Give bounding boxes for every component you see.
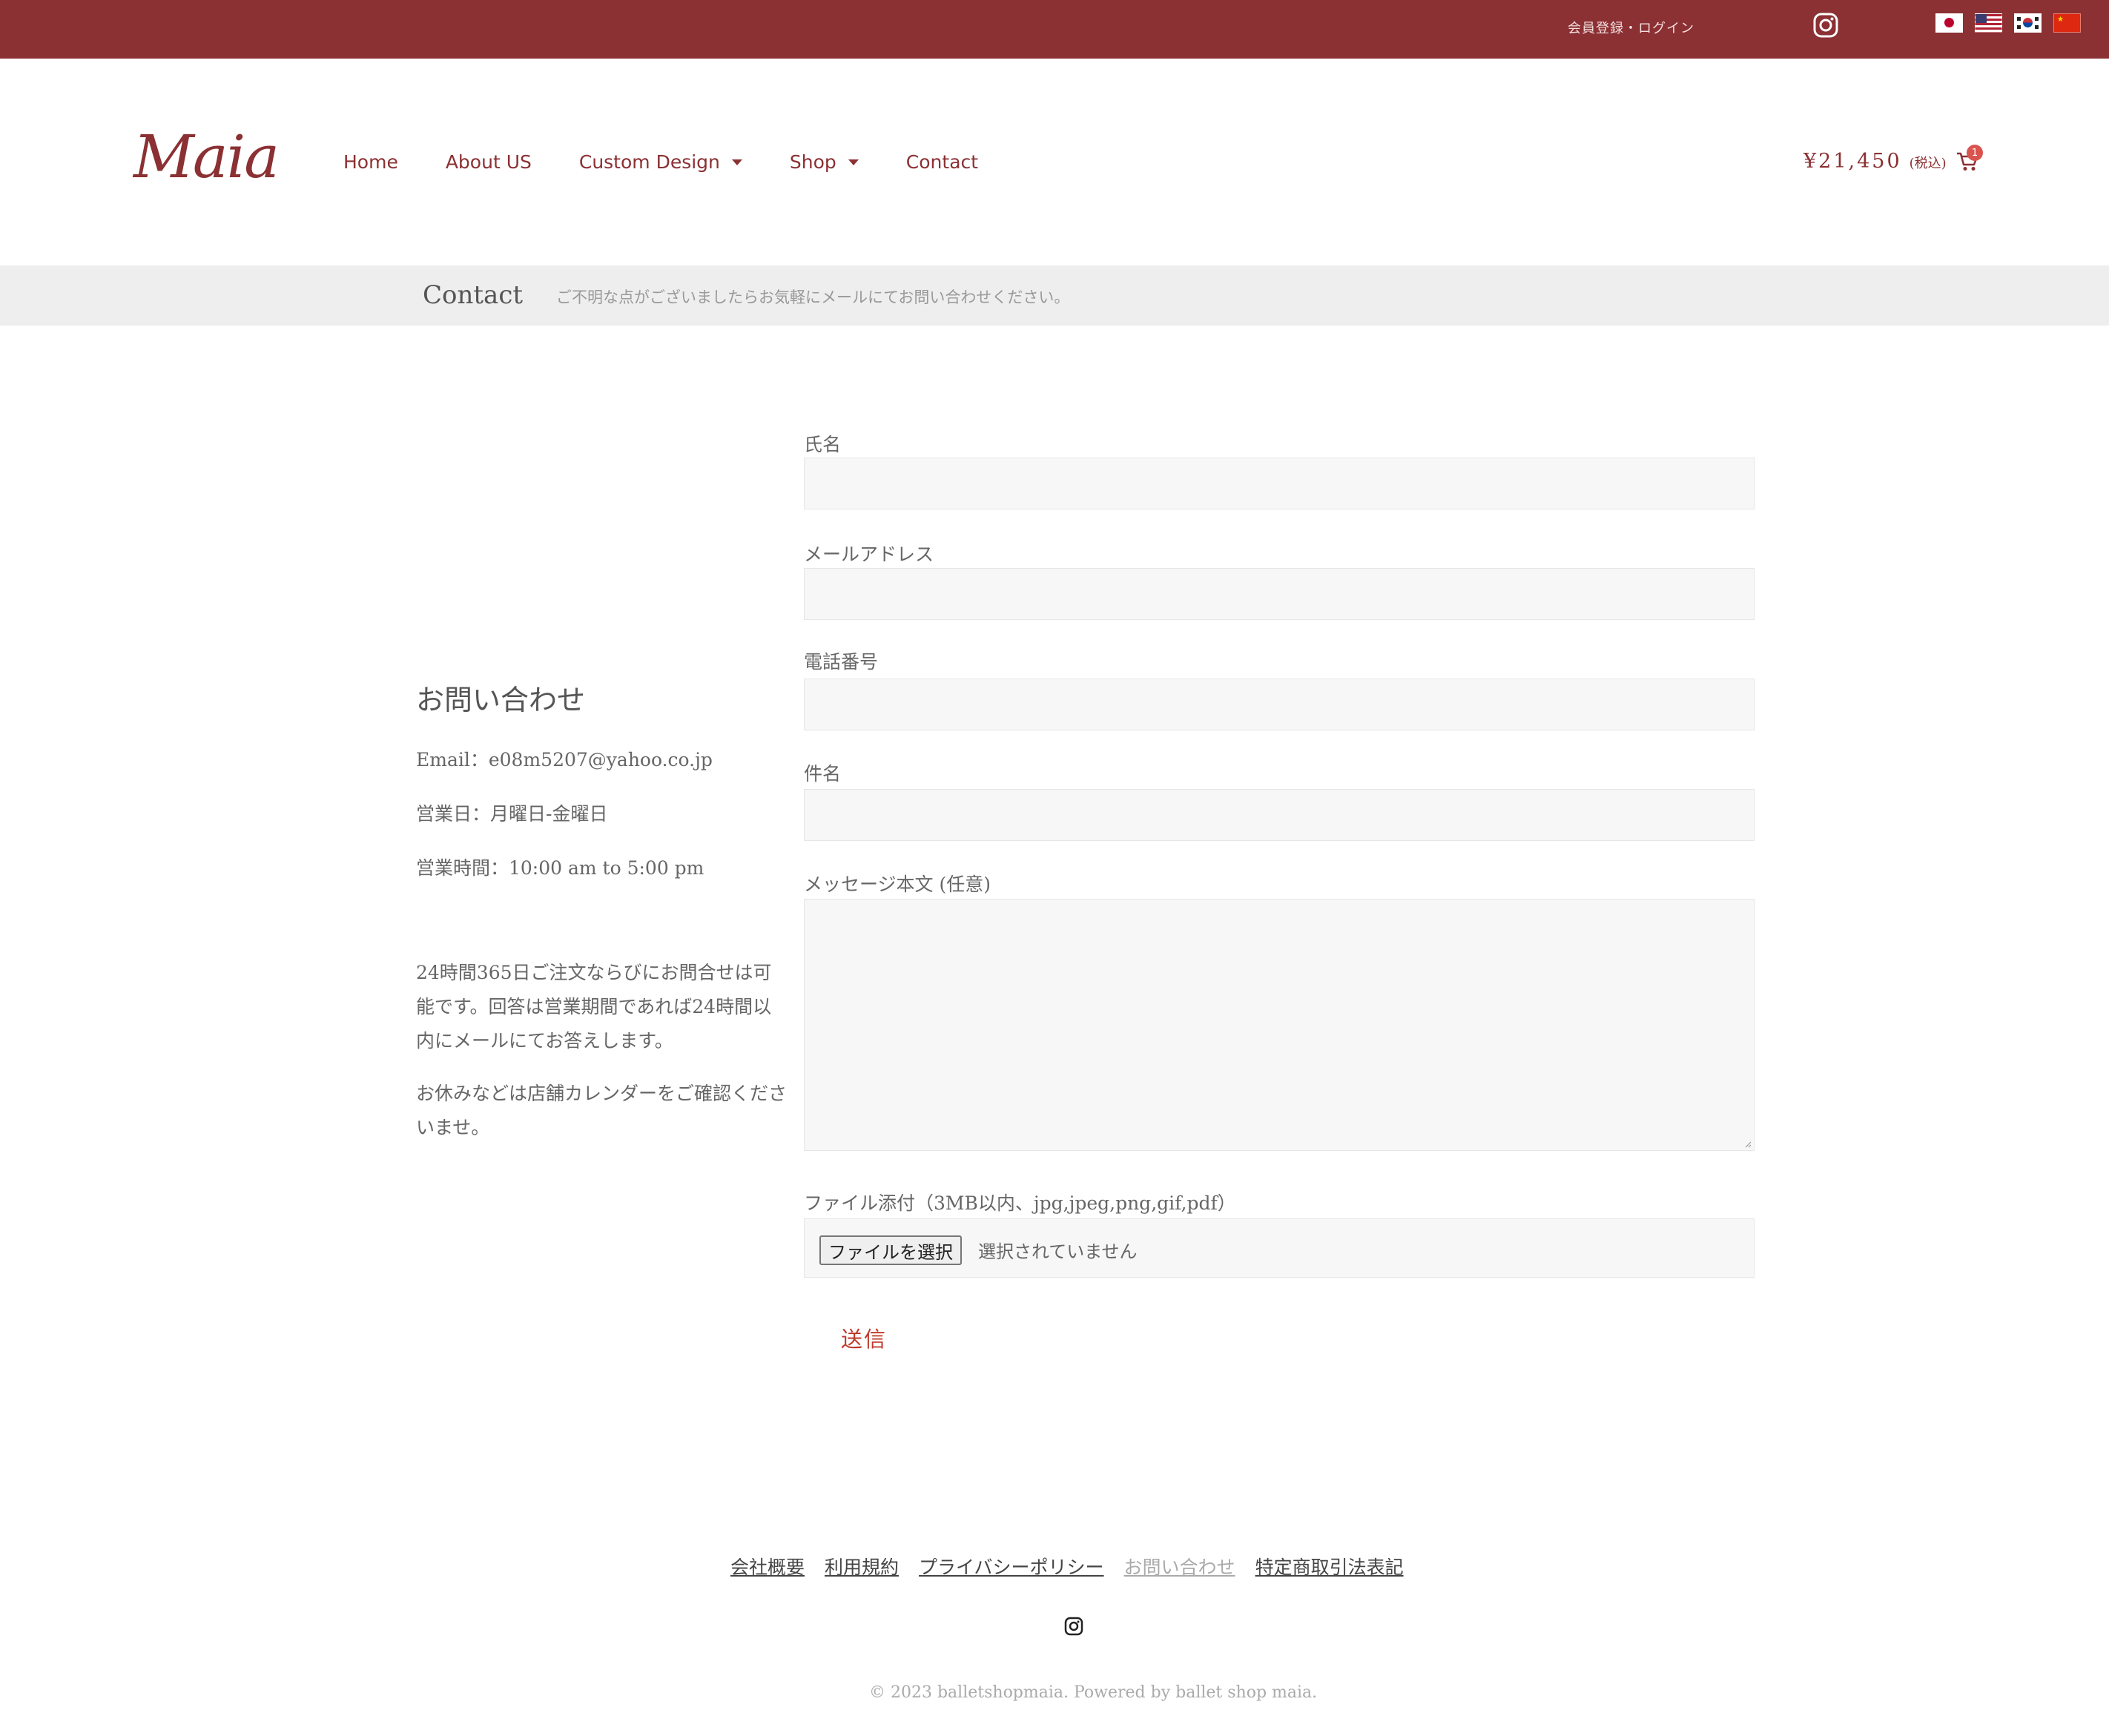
instagram-icon[interactable] xyxy=(1063,1616,1084,1637)
site-logo[interactable]: Maia xyxy=(133,122,280,191)
footer-link-legal[interactable]: 特定商取引法表記 xyxy=(1255,1553,1404,1580)
top-bar: 会員登録・ログイン ★ xyxy=(0,0,2109,59)
language-switcher: ★ xyxy=(1935,13,2081,33)
submit-button[interactable]: 送信 xyxy=(841,1322,887,1353)
contact-heading: お問い合わせ xyxy=(416,684,586,716)
phone-label: 電話番号 xyxy=(804,651,879,673)
cart-price: ¥21,450 xyxy=(1803,150,1902,173)
nav-custom-design[interactable]: Custom Design xyxy=(579,151,742,173)
footer-link-contact[interactable]: お問い合わせ xyxy=(1124,1553,1235,1580)
japan-flag-icon[interactable] xyxy=(1935,13,1963,33)
phone-input[interactable] xyxy=(804,679,1755,730)
chevron-down-icon xyxy=(731,159,742,165)
business-hours: 営業時間：10:00 am to 5:00 pm xyxy=(416,857,704,879)
message-label: メッセージ本文 (任意) xyxy=(804,874,991,895)
instagram-icon[interactable] xyxy=(1812,12,1839,39)
file-label: ファイル添付（3MB以内、jpg,jpeg,png,gif,pdf） xyxy=(804,1192,1236,1214)
usa-flag-icon[interactable] xyxy=(1975,13,2002,33)
nav-home[interactable]: Home xyxy=(343,151,398,173)
cart-count-badge: 1 xyxy=(1967,145,1983,161)
nav-shop-label: Shop xyxy=(789,151,836,173)
korea-flag-icon[interactable] xyxy=(2014,13,2042,33)
cart-tax-note: (税込) xyxy=(1909,156,1947,171)
name-label: 氏名 xyxy=(804,434,842,455)
copyright: © 2023 balletshopmaia. Powered by ballet… xyxy=(869,1683,1318,1702)
contact-email: Email：e08m5207@yahoo.co.jp xyxy=(416,749,713,770)
account-login-link[interactable]: 会員登録・ログイン xyxy=(1568,18,1694,37)
footer-link-privacy[interactable]: プライバシーポリシー xyxy=(919,1553,1104,1580)
nav-shop[interactable]: Shop xyxy=(790,151,859,173)
nav-about-us-label: About US xyxy=(445,151,532,173)
nav-home-label: Home xyxy=(343,151,398,173)
china-flag-icon[interactable]: ★ xyxy=(2053,13,2081,33)
footer-links: 会社概要 利用規約 プライバシーポリシー お問い合わせ 特定商取引法表記 xyxy=(730,1553,1404,1580)
chevron-down-icon xyxy=(848,159,859,165)
file-upload-field: ファイルを選択 選択されていません xyxy=(804,1218,1755,1278)
ordering-info: 24時間365日ご注文ならびにお問合せは可能です。回答は営業期間であれば24時間… xyxy=(416,962,772,1052)
nav-about-us[interactable]: About US xyxy=(446,151,532,173)
subject-label: 件名 xyxy=(804,763,842,785)
choose-file-button[interactable]: ファイルを選択 xyxy=(819,1235,962,1265)
main-nav: Home About US Custom Design Shop Contact xyxy=(343,151,1026,173)
footer-link-terms[interactable]: 利用規約 xyxy=(825,1553,899,1580)
resize-handle-icon[interactable] xyxy=(1744,1141,1752,1148)
footer-link-company[interactable]: 会社概要 xyxy=(730,1553,805,1580)
subject-input[interactable] xyxy=(804,789,1755,841)
message-textarea[interactable] xyxy=(804,899,1755,1151)
email-input[interactable] xyxy=(804,568,1755,620)
page-subtitle: ご不明な点がございましたらお気軽にメールにてお問い合わせください。 xyxy=(556,288,1070,306)
nav-contact-label: Contact xyxy=(905,151,979,173)
email-label: メールアドレス xyxy=(804,544,934,565)
nav-contact[interactable]: Contact xyxy=(906,151,978,173)
file-status: 選択されていません xyxy=(978,1241,1138,1262)
cart-total[interactable]: ¥21,450 (税込) xyxy=(1803,150,1947,173)
name-input[interactable] xyxy=(804,458,1755,509)
page-title: Contact xyxy=(423,280,524,310)
holiday-info: お休みなどは店舗カレンダーをご確認くださいませ。 xyxy=(416,1083,788,1138)
business-days: 営業日：月曜日-金曜日 xyxy=(416,803,608,825)
nav-custom-design-label: Custom Design xyxy=(578,151,720,173)
page-title-band: Contact ご不明な点がございましたらお気軽にメールにてお問い合わせください… xyxy=(0,265,2109,326)
